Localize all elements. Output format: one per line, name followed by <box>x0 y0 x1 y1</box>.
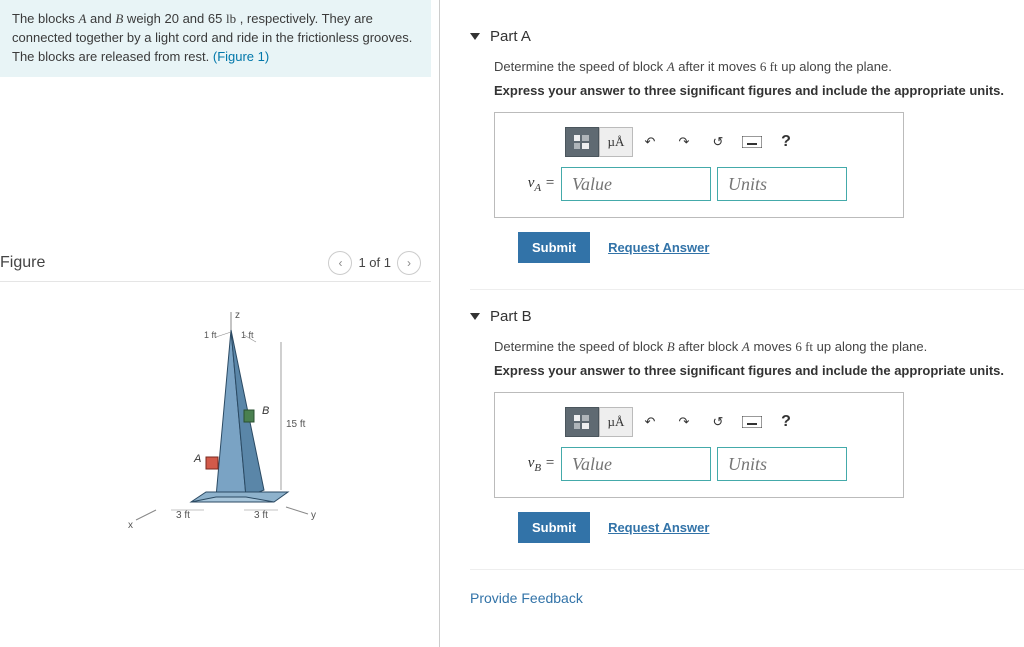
svg-text:1 ft: 1 ft <box>241 330 254 340</box>
units-input-b[interactable] <box>717 447 847 481</box>
answer-panel-b: µÅ ↶ ↷ ↺ ? vB = <box>494 392 904 498</box>
value-input-a[interactable] <box>561 167 711 201</box>
collapse-icon <box>470 313 480 320</box>
help-button[interactable]: ? <box>769 407 803 437</box>
svg-text:3 ft: 3 ft <box>176 510 190 521</box>
submit-button-a[interactable]: Submit <box>518 232 590 263</box>
svg-text:x: x <box>128 520 133 531</box>
part-b-prompt: Determine the speed of block B after blo… <box>494 339 1024 355</box>
collapse-icon <box>470 33 480 40</box>
reset-button[interactable]: ↺ <box>701 407 735 437</box>
svg-text:A: A <box>193 453 201 465</box>
redo-button[interactable]: ↷ <box>667 407 701 437</box>
units-button[interactable]: µÅ <box>599 127 633 157</box>
svg-text:15 ft: 15 ft <box>286 419 306 430</box>
keyboard-button[interactable] <box>735 407 769 437</box>
svg-text:B: B <box>262 405 269 417</box>
figure-title: Figure <box>0 254 45 272</box>
part-b-instruct: Express your answer to three significant… <box>494 363 1024 378</box>
undo-button[interactable]: ↶ <box>633 407 667 437</box>
figure-link[interactable]: (Figure 1) <box>213 49 269 64</box>
provide-feedback-link[interactable]: Provide Feedback <box>470 590 1024 606</box>
request-answer-link-b[interactable]: Request Answer <box>608 520 709 535</box>
svg-text:z: z <box>235 310 240 321</box>
answer-panel-a: µÅ ↶ ↷ ↺ ? vA = <box>494 112 904 218</box>
keyboard-button[interactable] <box>735 127 769 157</box>
units-button[interactable]: µÅ <box>599 407 633 437</box>
help-button[interactable]: ? <box>769 127 803 157</box>
request-answer-link-a[interactable]: Request Answer <box>608 240 709 255</box>
prev-figure-button[interactable]: ‹ <box>328 251 352 275</box>
svg-text:y: y <box>311 510 316 521</box>
value-input-b[interactable] <box>561 447 711 481</box>
undo-button[interactable]: ↶ <box>633 127 667 157</box>
part-a-prompt: Determine the speed of block A after it … <box>494 59 1024 75</box>
part-b-header[interactable]: Part B <box>470 300 1024 325</box>
part-a-header[interactable]: Part A <box>470 20 1024 45</box>
next-figure-button[interactable]: › <box>397 251 421 275</box>
figure-image: z x y A B 15 ft 1 <box>0 282 431 555</box>
figure-pager: ‹ 1 of 1 › <box>328 251 421 275</box>
part-title: Part A <box>490 28 531 45</box>
part-title: Part B <box>490 308 532 325</box>
part-a-instruct: Express your answer to three significant… <box>494 83 1024 98</box>
template-button[interactable] <box>565 127 599 157</box>
units-input-a[interactable] <box>717 167 847 201</box>
redo-button[interactable]: ↷ <box>667 127 701 157</box>
svg-text:1 ft: 1 ft <box>204 330 217 340</box>
submit-button-b[interactable]: Submit <box>518 512 590 543</box>
reset-button[interactable]: ↺ <box>701 127 735 157</box>
variable-label-a: vA = <box>511 175 555 194</box>
template-button[interactable] <box>565 407 599 437</box>
variable-label-b: vB = <box>511 455 555 474</box>
svg-text:3 ft: 3 ft <box>254 510 268 521</box>
problem-statement: The blocks A and B weigh 20 and 65 lb , … <box>0 0 431 77</box>
